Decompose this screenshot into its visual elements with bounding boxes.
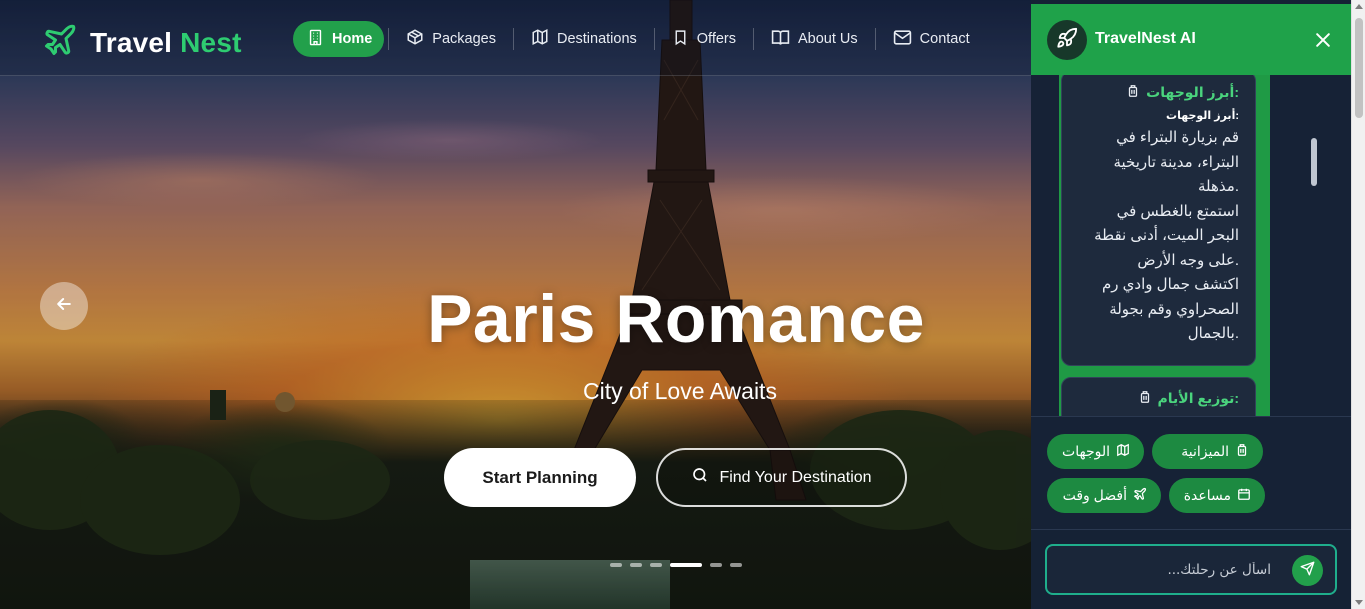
slide-dot[interactable] [710, 563, 722, 567]
message-line: البحر الميت، أدنى نقطة [1094, 227, 1239, 244]
calendar-icon [1237, 487, 1251, 504]
quick-reply-help[interactable]: مساعدة [1169, 478, 1265, 513]
message-line: الصحراوي وقم بجولة [1109, 300, 1239, 318]
chat-avatar [1047, 20, 1087, 60]
wallet-icon [1235, 443, 1249, 460]
quick-reply-budget[interactable]: الميزانية [1152, 434, 1263, 469]
slide-dot[interactable] [730, 563, 742, 567]
hero-subtitle: City of Love Awaits [583, 378, 777, 404]
message-heading: :توزيع الأيام [1074, 390, 1239, 407]
chat-message: :أبرز الوجهات :أبرز الوجهات قم بزيارة ال… [1061, 75, 1256, 366]
quick-reply-label: الوجهات [1062, 443, 1110, 459]
slide-indicators [610, 563, 742, 567]
send-icon [1300, 561, 1315, 581]
message-heading-text: :أبرز الوجهات [1146, 84, 1239, 100]
quick-reply-destinations[interactable]: الوجهات [1047, 434, 1144, 469]
plane-icon [1133, 487, 1147, 504]
chat-scrollbar-thumb[interactable] [1311, 138, 1317, 186]
message-line: قم بزيارة البتراء في [1116, 129, 1239, 146]
message-line: البتراء، مدينة تاريخية [1113, 153, 1239, 171]
chat-messages: :أبرز الوجهات :أبرز الوجهات قم بزيارة ال… [1031, 75, 1351, 416]
window-scrollbar[interactable] [1351, 0, 1365, 609]
find-destination-label: Find Your Destination [719, 468, 872, 486]
message-line: اكتشف جمال وادي رم [1101, 276, 1239, 293]
quick-reply-label: مساعدة [1183, 487, 1231, 503]
luggage-icon [1126, 84, 1140, 101]
quick-replies: الميزانية الوجهات مساعدة أفضل وقت [1031, 416, 1351, 530]
map-icon [1116, 443, 1130, 460]
search-icon [691, 466, 709, 489]
scroll-down-arrow[interactable] [1355, 600, 1363, 605]
message-line: .على وجه الأرض [1137, 251, 1239, 269]
slide-dot[interactable] [650, 563, 662, 567]
message-line: .مذهلة [1198, 178, 1239, 195]
message-subheading: :أبرز الوجهات [1166, 110, 1239, 122]
send-button[interactable] [1292, 555, 1323, 586]
scroll-up-arrow[interactable] [1355, 4, 1363, 9]
quick-reply-label: الميزانية [1181, 443, 1229, 459]
window-scrollbar-thumb[interactable] [1355, 18, 1363, 118]
rocket-icon [1056, 27, 1078, 54]
find-destination-button[interactable]: Find Your Destination [656, 448, 907, 507]
chat-message: :توزيع الأيام [1061, 377, 1256, 416]
message-line: استمتع بالغطس في [1116, 202, 1239, 220]
chat-panel: TravelNest AI :أبرز الوجهات :أبرز الوجها… [1031, 0, 1351, 609]
message-line: .بالجمال [1187, 325, 1239, 342]
luggage-icon [1138, 390, 1152, 407]
start-planning-button[interactable]: Start Planning [444, 448, 636, 507]
chat-title: TravelNest AI [1095, 30, 1196, 47]
arrow-left-icon [54, 294, 74, 319]
quick-reply-label: أفضل وقت [1062, 487, 1127, 503]
quick-reply-best-time[interactable]: أفضل وقت [1047, 478, 1161, 513]
close-icon [1313, 33, 1333, 54]
hero-content: Paris Romance City of Love Awaits Start … [0, 0, 1031, 609]
chat-close-button[interactable] [1313, 30, 1333, 50]
message-heading: :أبرز الوجهات [1074, 84, 1239, 101]
chat-scrollbar[interactable] [1311, 75, 1317, 355]
prev-slide-button[interactable] [40, 282, 88, 330]
slide-dot-active[interactable] [670, 563, 702, 567]
chat-input[interactable] [1055, 554, 1271, 585]
message-heading-text: :توزيع الأيام [1157, 390, 1239, 406]
chat-header: TravelNest AI [1031, 4, 1351, 75]
slide-dot[interactable] [610, 563, 622, 567]
slide-dot[interactable] [630, 563, 642, 567]
chat-input-box [1045, 544, 1337, 595]
